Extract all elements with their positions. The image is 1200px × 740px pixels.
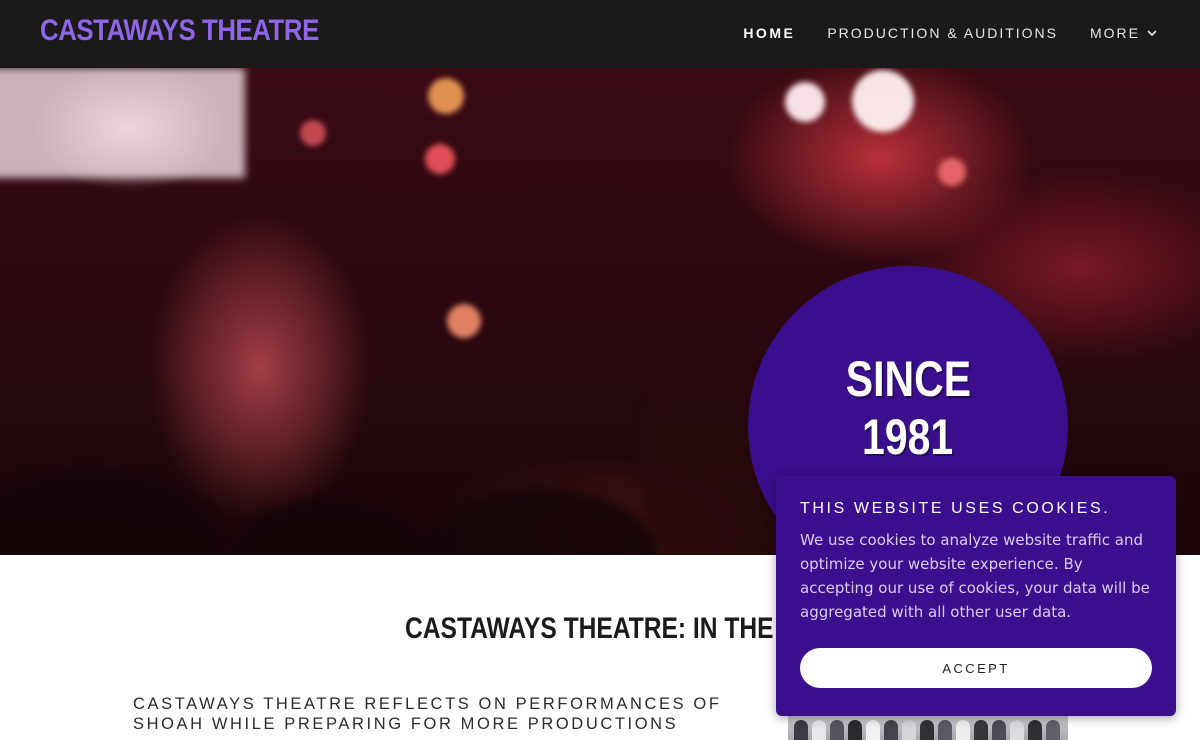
site-header: CASTAWAYS THEATRE HOME PRODUCTION & AUDI… xyxy=(0,0,1200,68)
photo-person xyxy=(1046,720,1060,740)
bokeh-light xyxy=(447,304,481,338)
nav-home[interactable]: HOME xyxy=(743,25,795,41)
nav-more-label: MORE xyxy=(1090,25,1140,41)
bokeh-light xyxy=(852,70,914,132)
article-title-link[interactable]: CASTAWAYS THEATRE REFLECTS ON PERFORMANC… xyxy=(133,694,733,734)
photo-person xyxy=(794,720,808,740)
bokeh-light xyxy=(785,82,825,122)
site-logo[interactable]: CASTAWAYS THEATRE xyxy=(40,14,319,48)
audience-silhouette xyxy=(420,488,660,555)
photo-person xyxy=(1028,720,1042,740)
photo-person xyxy=(956,720,970,740)
cookie-banner: THIS WEBSITE USES COOKIES. We use cookie… xyxy=(776,476,1176,716)
cookie-title: THIS WEBSITE USES COOKIES. xyxy=(800,500,1111,517)
nav-production-auditions[interactable]: PRODUCTION & AUDITIONS xyxy=(827,25,1058,41)
since-label: SINCE xyxy=(845,351,971,407)
photo-person xyxy=(974,720,988,740)
main-nav: HOME PRODUCTION & AUDITIONS MORE xyxy=(743,25,1158,41)
bokeh-light xyxy=(300,120,326,146)
bokeh-light xyxy=(428,78,464,114)
bokeh-light xyxy=(938,158,966,186)
photo-person xyxy=(830,720,844,740)
photo-person xyxy=(902,720,916,740)
chevron-down-icon xyxy=(1147,30,1157,37)
cookie-text: We use cookies to analyze website traffi… xyxy=(800,531,1150,621)
photo-person xyxy=(992,720,1006,740)
bokeh-light xyxy=(425,144,455,174)
photo-person xyxy=(812,720,826,740)
audience-silhouette xyxy=(230,498,430,555)
photo-person xyxy=(938,720,952,740)
article-photo[interactable] xyxy=(788,712,1068,740)
photo-person xyxy=(866,720,880,740)
audience-silhouette xyxy=(0,468,220,555)
nav-more[interactable]: MORE xyxy=(1090,25,1158,41)
photo-person xyxy=(1010,720,1024,740)
photo-person xyxy=(848,720,862,740)
hero-light-panel xyxy=(0,68,245,178)
since-year: 1981 xyxy=(862,409,954,465)
photo-person xyxy=(920,720,934,740)
accept-cookies-button[interactable]: ACCEPT xyxy=(800,648,1152,688)
photo-person xyxy=(884,720,898,740)
